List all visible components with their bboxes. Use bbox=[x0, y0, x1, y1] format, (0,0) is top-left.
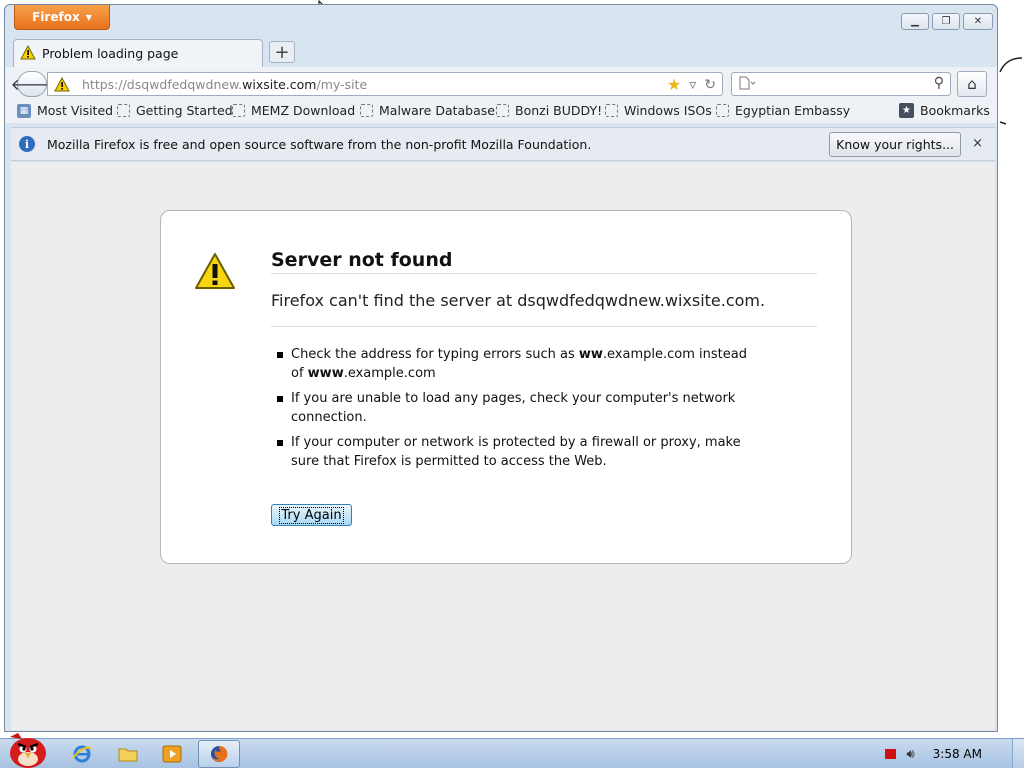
error-suggestions-list: Check the address for typing errors such… bbox=[271, 345, 761, 477]
close-window-button[interactable]: ✕ bbox=[963, 13, 993, 30]
tab-problem-loading[interactable]: Problem loading page bbox=[13, 39, 263, 67]
folder-icon bbox=[605, 104, 618, 117]
bookmark-windows-isos[interactable]: Windows ISOs bbox=[605, 103, 712, 118]
folder-icon[interactable] bbox=[116, 743, 140, 765]
window-controls: ▁ ❐ ✕ bbox=[901, 13, 993, 30]
bookmark-label: Getting Started bbox=[136, 103, 233, 118]
navigation-toolbar: 🡐 https://dsqwdfedqwdnew.wixsite.com/my-… bbox=[5, 67, 997, 101]
try-again-button[interactable]: Try Again bbox=[271, 504, 352, 526]
know-your-rights-label: Know your rights... bbox=[836, 137, 954, 152]
list-item: If your computer or network is protected… bbox=[271, 433, 761, 471]
folder-icon bbox=[117, 104, 130, 117]
list-item-text: If your computer or network is protected… bbox=[291, 435, 741, 469]
bookmark-label: Bonzi BUDDY! bbox=[515, 103, 603, 118]
bookmark-bonzi-buddy[interactable]: Bonzi BUDDY! bbox=[496, 103, 602, 118]
warning-icon bbox=[193, 251, 237, 295]
bookmarks-toolbar: ▦ Most Visited Getting Started MEMZ Down… bbox=[5, 101, 997, 123]
action-center-flag-icon[interactable] bbox=[885, 749, 897, 759]
emphasis-text: www bbox=[307, 366, 344, 381]
plus-icon: + bbox=[274, 41, 290, 63]
page-content: Server not found Firefox can't find the … bbox=[11, 162, 995, 730]
url-bar-icons: ★ ▿ ↻ bbox=[667, 75, 716, 94]
error-title: Server not found bbox=[271, 249, 453, 271]
site-warning-icon bbox=[54, 76, 72, 92]
history-dropdown-icon[interactable]: ▿ bbox=[689, 77, 696, 93]
bookmarks-star-icon: ★ bbox=[899, 103, 914, 118]
bookmarks-menu-label: Bookmarks bbox=[920, 103, 990, 118]
taskbar: 🔊︎ 3:58 AM bbox=[0, 733, 1024, 768]
home-icon: ⌂ bbox=[967, 75, 977, 93]
internet-explorer-icon[interactable] bbox=[70, 743, 94, 765]
divider bbox=[271, 273, 817, 274]
restore-button[interactable]: ❐ bbox=[932, 13, 960, 30]
url-domain: wixsite.com bbox=[242, 76, 317, 92]
show-desktop-button[interactable] bbox=[1012, 739, 1024, 768]
bookmark-label: Egyptian Embassy bbox=[735, 103, 851, 118]
divider bbox=[271, 326, 817, 327]
start-button[interactable] bbox=[4, 731, 50, 768]
url-text: https://dsqwdfedqwdnew.wixsite.com/my-si… bbox=[82, 77, 367, 92]
bookmark-egyptian-embassy[interactable]: Egyptian Embassy bbox=[716, 103, 850, 118]
search-icon[interactable]: ⚲ bbox=[934, 75, 944, 91]
minimize-button[interactable]: ▁ bbox=[901, 13, 929, 30]
folder-icon bbox=[716, 104, 729, 117]
restore-icon: ❐ bbox=[941, 15, 951, 27]
reload-icon[interactable]: ↻ bbox=[704, 77, 716, 93]
folder-icon bbox=[232, 104, 245, 117]
taskbar-firefox-button[interactable] bbox=[198, 740, 240, 768]
home-button[interactable]: ⌂ bbox=[957, 71, 987, 97]
folder-icon bbox=[360, 104, 373, 117]
know-your-rights-button[interactable]: Know your rights... bbox=[829, 132, 961, 157]
bookmark-memz-download[interactable]: MEMZ Download bbox=[232, 103, 355, 118]
desktop-decoration bbox=[998, 52, 1024, 136]
list-item: If you are unable to load any pages, che… bbox=[271, 389, 761, 427]
new-tab-button[interactable]: + bbox=[269, 41, 295, 63]
firefox-menu-button[interactable]: Firefox ▼ bbox=[14, 5, 110, 30]
close-icon: ✕ bbox=[973, 15, 983, 27]
try-again-label: Try Again bbox=[279, 506, 344, 524]
bookmarks-menu-button[interactable]: ★ Bookmarks bbox=[899, 103, 990, 118]
warning-icon bbox=[20, 44, 36, 63]
url-bar[interactable]: https://dsqwdfedqwdnew.wixsite.com/my-si… bbox=[47, 72, 723, 96]
bookmark-label: Malware Database bbox=[379, 103, 495, 118]
firefox-menu-label: Firefox bbox=[32, 10, 80, 24]
bookmark-label: MEMZ Download bbox=[251, 103, 356, 118]
bookmark-malware-database[interactable]: Malware Database bbox=[360, 103, 495, 118]
list-item-text: If you are unable to load any pages, che… bbox=[291, 391, 736, 425]
notification-close-icon[interactable]: × bbox=[972, 136, 983, 151]
firefox-icon bbox=[209, 744, 229, 768]
url-prefix: https://dsqwdfedqwdnew. bbox=[82, 76, 243, 92]
bookmark-label: Most Visited bbox=[37, 103, 114, 118]
error-panel: Server not found Firefox can't find the … bbox=[160, 210, 852, 564]
folder-icon bbox=[496, 104, 509, 117]
notification-message: Mozilla Firefox is free and open source … bbox=[47, 136, 592, 152]
volume-icon[interactable]: 🔊︎ bbox=[906, 747, 914, 762]
tab-title: Problem loading page bbox=[42, 46, 179, 61]
tab-strip: Problem loading page + bbox=[13, 37, 989, 67]
bookmark-most-visited[interactable]: ▦ Most Visited bbox=[17, 103, 113, 118]
url-suffix: /my-site bbox=[316, 76, 368, 92]
search-bar[interactable]: ⚲ bbox=[731, 72, 951, 96]
error-short-description: Firefox can't find the server at dsqwdfe… bbox=[271, 291, 766, 310]
minimize-icon: ▁ bbox=[911, 15, 919, 27]
search-engine-icon[interactable] bbox=[738, 76, 756, 93]
emphasis-text: ww bbox=[578, 347, 603, 362]
most-visited-icon: ▦ bbox=[17, 103, 31, 118]
dropdown-arrow-icon: ▼ bbox=[85, 12, 92, 22]
clock[interactable]: 3:58 AM bbox=[933, 747, 982, 761]
system-tray: 🔊︎ 3:58 AM bbox=[885, 739, 1024, 768]
list-item-text: .example.com bbox=[343, 366, 436, 381]
notification-bar: i Mozilla Firefox is free and open sourc… bbox=[11, 127, 995, 161]
bookmark-getting-started[interactable]: Getting Started bbox=[117, 103, 233, 118]
bookmark-star-icon[interactable]: ★ bbox=[667, 75, 681, 94]
list-item-text: Check the address for typing errors such… bbox=[291, 347, 579, 362]
media-player-icon[interactable] bbox=[160, 743, 184, 765]
info-icon: i bbox=[19, 136, 35, 152]
list-item: Check the address for typing errors such… bbox=[271, 345, 761, 383]
browser-window: Firefox ▼ ▁ ❐ ✕ Problem loading page + 🡐 bbox=[4, 4, 998, 732]
title-bar: Firefox ▼ ▁ ❐ ✕ bbox=[5, 5, 997, 35]
bookmark-label: Windows ISOs bbox=[624, 103, 712, 118]
back-button[interactable]: 🡐 bbox=[11, 71, 53, 97]
